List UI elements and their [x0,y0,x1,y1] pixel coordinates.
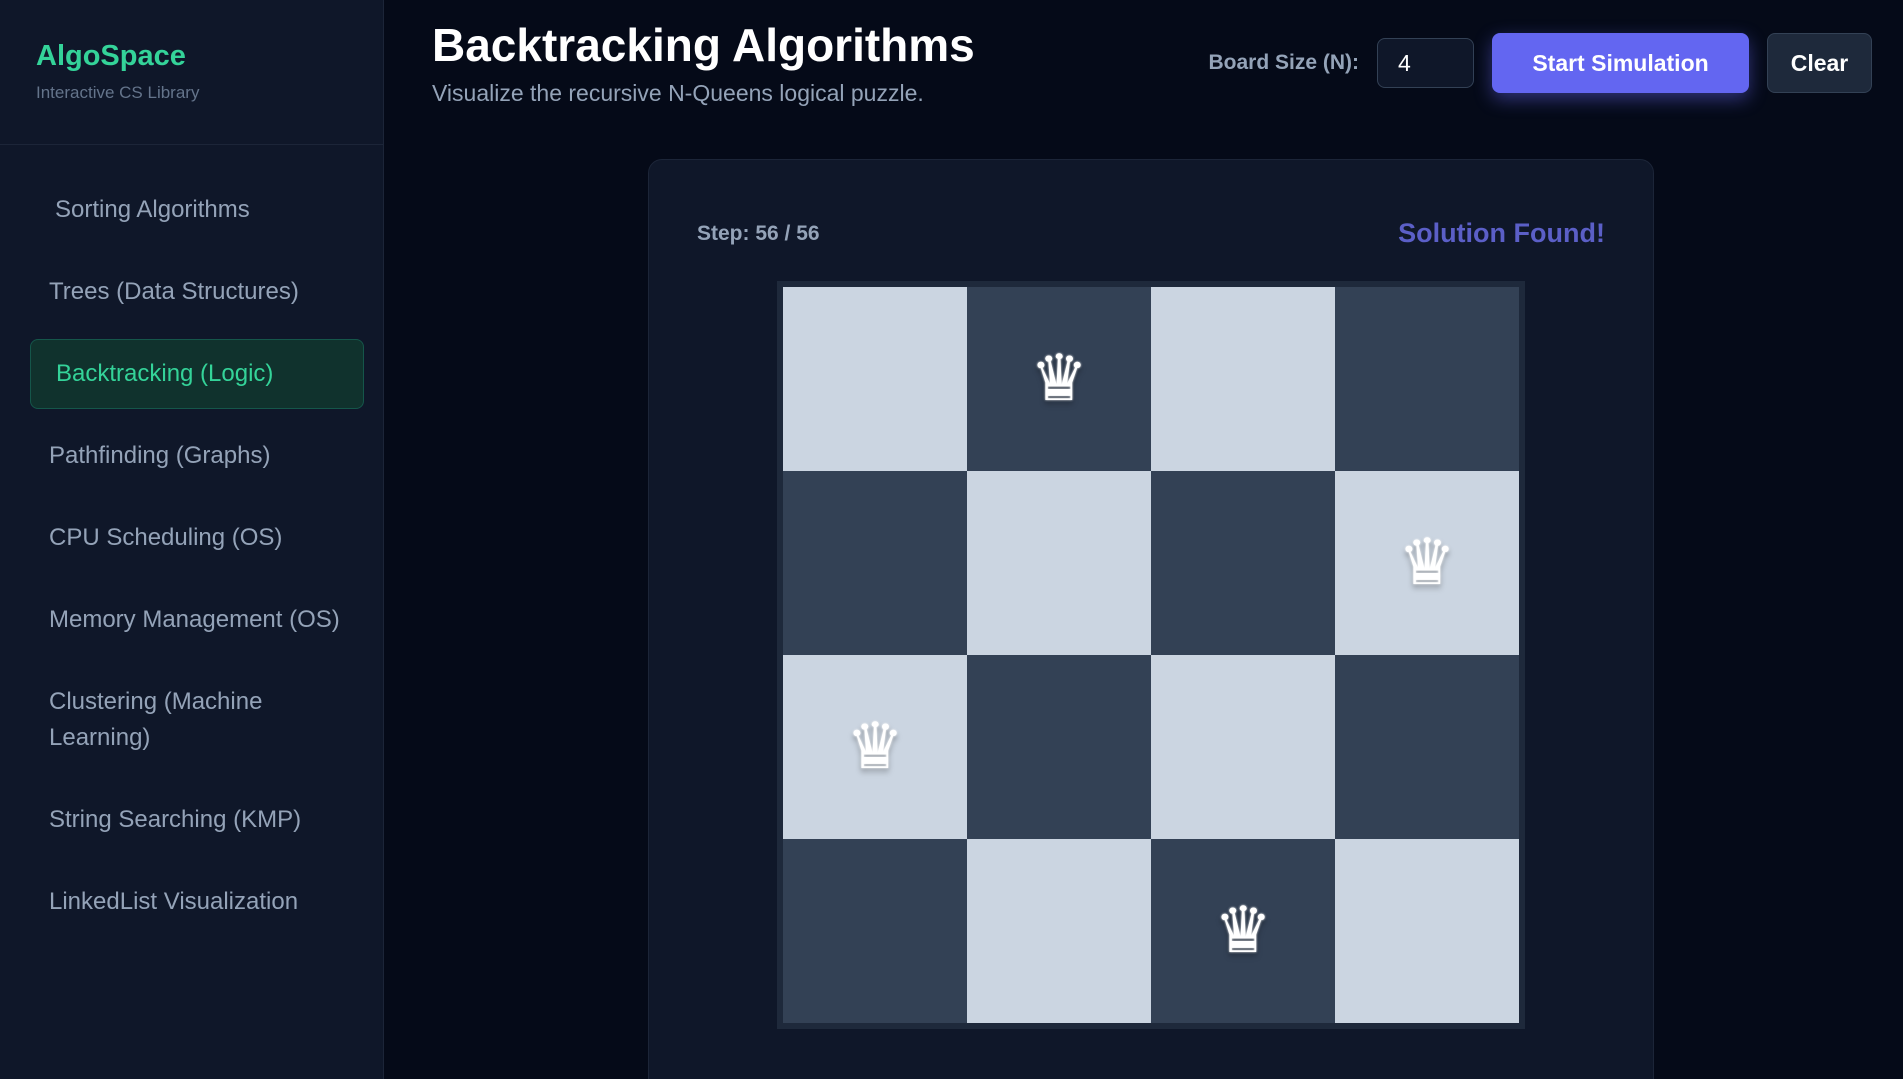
sidebar: AlgoSpace Interactive CS Library Sorting… [0,0,384,1079]
sidebar-item-string-searching[interactable]: String Searching (KMP) [30,785,364,855]
board-size-label: Board Size (N): [1208,51,1359,74]
brand-name[interactable]: AlgoSpace [36,40,383,73]
board-cell[interactable] [1151,655,1335,839]
step-counter: Step: 56 / 56 [697,222,820,245]
chessboard: ♛ ♛ ♛ ♛ [777,281,1525,1029]
board-cell[interactable]: ♛ [967,287,1151,471]
queen-icon: ♛ [1398,526,1456,600]
board-cell[interactable] [1335,655,1519,839]
page-title: Backtracking Algorithms [432,19,975,71]
board-size-input[interactable] [1377,38,1474,88]
board-cell[interactable] [967,471,1151,655]
board-cell[interactable]: ♛ [783,655,967,839]
start-simulation-button[interactable]: Start Simulation [1492,33,1749,93]
page-subtitle: Visualize the recursive N-Queens logical… [432,80,924,106]
sidebar-item-cpu-scheduling[interactable]: CPU Scheduling (OS) [30,503,364,573]
board-cell[interactable] [1335,839,1519,1023]
brand-tagline: Interactive CS Library [36,83,200,102]
brand: AlgoSpace Interactive CS Library [0,0,383,145]
queen-icon: ♛ [1214,894,1272,968]
board-cell[interactable]: ♛ [1151,839,1335,1023]
sidebar-item-memory-management[interactable]: Memory Management (OS) [30,585,364,655]
board-cell[interactable] [967,839,1151,1023]
clear-button[interactable]: Clear [1767,33,1872,93]
board-cell[interactable] [1335,287,1519,471]
sidebar-item-backtracking[interactable]: Backtracking (Logic) [30,339,364,409]
sidebar-item-clustering[interactable]: Clustering (Machine Learning) [30,667,364,773]
sidebar-item-sorting[interactable]: Sorting Algorithms [30,175,364,245]
board-cell[interactable] [783,839,967,1023]
board-cell[interactable] [1151,471,1335,655]
visualization-panel: Step: 56 / 56 Solution Found! ♛ ♛ ♛ ♛ [648,159,1654,1079]
queen-icon: ♛ [846,710,904,784]
app-root: AlgoSpace Interactive CS Library Sorting… [0,0,1903,1079]
sidebar-item-linkedlist[interactable]: LinkedList Visualization [30,867,364,937]
main-content: Backtracking Algorithms Visualize the re… [384,0,1903,1079]
sidebar-item-trees[interactable]: Trees (Data Structures) [30,257,364,327]
sidebar-item-pathfinding[interactable]: Pathfinding (Graphs) [30,421,364,491]
board-cell[interactable]: ♛ [1335,471,1519,655]
queen-icon: ♛ [1030,342,1088,416]
status-message: Solution Found! [1398,218,1605,248]
simulation-controls: Board Size (N): Start Simulation Clear [1208,33,1872,93]
board-cell[interactable] [1151,287,1335,471]
board-cell[interactable] [967,655,1151,839]
board-cell[interactable] [783,471,967,655]
sidebar-nav: Sorting Algorithms Trees (Data Structure… [0,145,383,937]
board-cell[interactable] [783,287,967,471]
